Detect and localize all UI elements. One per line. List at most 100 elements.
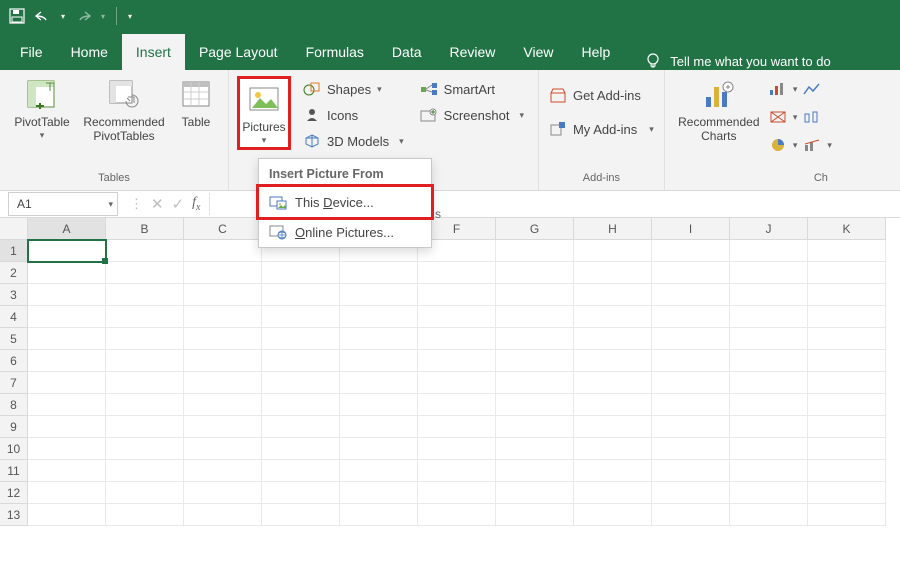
cell[interactable] <box>340 438 418 460</box>
cell[interactable] <box>184 504 262 526</box>
cell[interactable] <box>262 460 340 482</box>
cell[interactable] <box>730 394 808 416</box>
cell[interactable] <box>28 372 106 394</box>
cell[interactable] <box>730 438 808 460</box>
cell[interactable] <box>340 504 418 526</box>
name-box[interactable]: A1 ▾ <box>8 192 118 216</box>
cell[interactable] <box>28 306 106 328</box>
tab-page-layout[interactable]: Page Layout <box>185 34 292 70</box>
column-header[interactable]: J <box>730 218 808 240</box>
cell[interactable] <box>340 350 418 372</box>
cell[interactable] <box>652 350 730 372</box>
cell[interactable] <box>496 328 574 350</box>
cell[interactable] <box>106 306 184 328</box>
cell[interactable] <box>28 240 106 262</box>
cell[interactable] <box>574 372 652 394</box>
cell[interactable] <box>574 416 652 438</box>
icons-button[interactable]: Icons <box>303 104 404 126</box>
cell[interactable] <box>730 504 808 526</box>
hierarchy-chart-button[interactable]: ▾ <box>769 106 798 128</box>
cell[interactable] <box>496 306 574 328</box>
cell[interactable] <box>28 328 106 350</box>
cell[interactable] <box>418 394 496 416</box>
cell[interactable] <box>730 416 808 438</box>
cell[interactable] <box>106 328 184 350</box>
cell[interactable] <box>262 482 340 504</box>
combo-chart-button[interactable]: ▾ <box>803 134 832 156</box>
cell[interactable] <box>28 438 106 460</box>
cell[interactable] <box>652 240 730 262</box>
cell[interactable] <box>184 460 262 482</box>
cell[interactable] <box>496 460 574 482</box>
cell[interactable] <box>652 504 730 526</box>
tab-formulas[interactable]: Formulas <box>292 34 378 70</box>
cell[interactable] <box>808 306 886 328</box>
cell[interactable] <box>418 482 496 504</box>
tab-home[interactable]: Home <box>57 34 122 70</box>
cell[interactable] <box>262 262 340 284</box>
cell[interactable] <box>262 284 340 306</box>
get-addins-button[interactable]: Get Add-ins <box>549 84 654 106</box>
cell[interactable] <box>574 394 652 416</box>
select-all-corner[interactable] <box>0 218 28 240</box>
row-header[interactable]: 2 <box>0 262 28 284</box>
cell[interactable] <box>652 438 730 460</box>
cell[interactable] <box>184 262 262 284</box>
cell[interactable] <box>184 284 262 306</box>
cell[interactable] <box>340 460 418 482</box>
column-header[interactable]: I <box>652 218 730 240</box>
cell[interactable] <box>418 504 496 526</box>
row-header[interactable]: 1 <box>0 240 28 262</box>
redo-icon[interactable] <box>72 5 94 27</box>
cell[interactable] <box>808 372 886 394</box>
cell[interactable] <box>184 328 262 350</box>
cell[interactable] <box>106 284 184 306</box>
cell[interactable] <box>184 372 262 394</box>
column-header[interactable]: H <box>574 218 652 240</box>
column-header[interactable]: C <box>184 218 262 240</box>
cell[interactable] <box>340 372 418 394</box>
cell[interactable] <box>28 416 106 438</box>
cell[interactable] <box>652 306 730 328</box>
cell[interactable] <box>652 394 730 416</box>
cell[interactable] <box>574 460 652 482</box>
cell[interactable] <box>730 372 808 394</box>
cell[interactable] <box>808 350 886 372</box>
cell[interactable] <box>808 438 886 460</box>
cell[interactable] <box>418 460 496 482</box>
cell[interactable] <box>28 460 106 482</box>
cell[interactable] <box>808 416 886 438</box>
fx-icon[interactable]: fx <box>192 195 200 213</box>
stat-chart-button[interactable] <box>803 106 832 128</box>
cell[interactable] <box>28 504 106 526</box>
undo-dropdown-icon[interactable]: ▾ <box>58 5 68 27</box>
tab-help[interactable]: Help <box>568 34 625 70</box>
column-header[interactable]: G <box>496 218 574 240</box>
cell[interactable] <box>730 240 808 262</box>
cell[interactable] <box>808 394 886 416</box>
cell[interactable] <box>262 306 340 328</box>
cells-area[interactable] <box>28 240 886 526</box>
cell[interactable] <box>574 438 652 460</box>
cell[interactable] <box>574 306 652 328</box>
pie-chart-button[interactable]: ▾ <box>769 134 798 156</box>
qat-customize-icon[interactable]: ▾ <box>125 5 135 27</box>
table-button[interactable]: Table <box>174 76 218 130</box>
cell[interactable] <box>496 240 574 262</box>
3d-models-button[interactable]: 3D Models ▾ <box>303 130 404 152</box>
cell[interactable] <box>184 240 262 262</box>
cell[interactable] <box>262 372 340 394</box>
cell[interactable] <box>418 262 496 284</box>
cell[interactable] <box>106 416 184 438</box>
cell[interactable] <box>340 482 418 504</box>
row-header[interactable]: 12 <box>0 482 28 504</box>
cell[interactable] <box>496 438 574 460</box>
screenshot-button[interactable]: Screenshot ▾ <box>420 104 524 126</box>
cell[interactable] <box>418 438 496 460</box>
row-header[interactable]: 5 <box>0 328 28 350</box>
cell[interactable] <box>262 438 340 460</box>
cell[interactable] <box>808 460 886 482</box>
cell[interactable] <box>730 262 808 284</box>
cell[interactable] <box>730 284 808 306</box>
cell[interactable] <box>340 284 418 306</box>
